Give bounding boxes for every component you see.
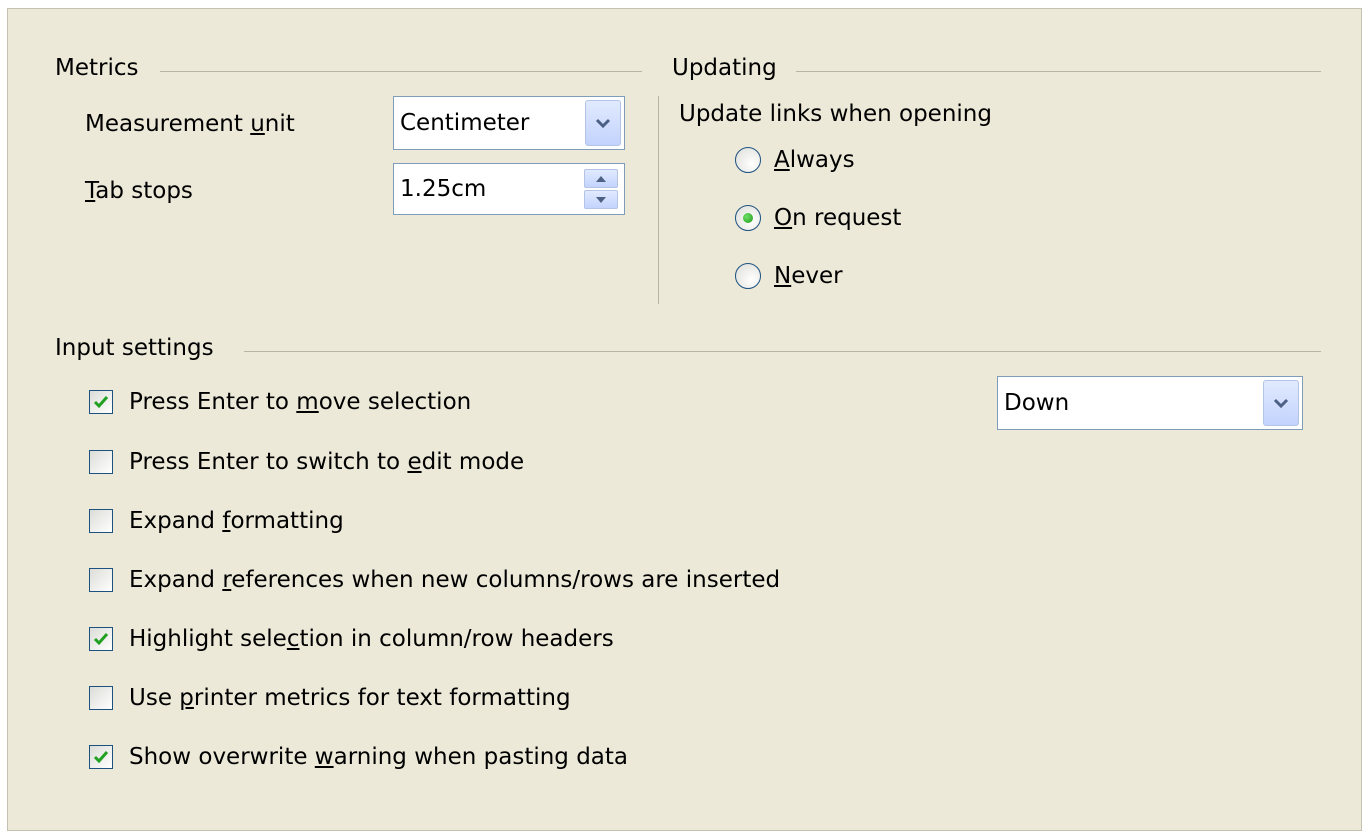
update-links-label: Update links when opening [679,101,992,127]
radio-selected-dot [743,213,753,223]
input-settings-group-title: Input settings [55,335,214,361]
metrics-separator [160,71,642,72]
updating-separator [796,71,1321,72]
measurement-unit-select[interactable]: Centimeter [393,96,625,150]
input-settings-separator [244,351,1321,352]
checkbox-edit-mode-label[interactable]: Press Enter to switch to edit mode [129,448,524,476]
checkbox-move-selection-label[interactable]: Press Enter to move selection [129,388,471,416]
checkmark-icon [93,633,109,646]
tab-stops-label: Tab stops [85,178,193,204]
checkmark-icon [93,396,109,409]
checkbox-overwrite-warning[interactable] [89,745,113,769]
tab-stops-spin-buttons[interactable] [584,169,618,209]
tab-stops-spinbox[interactable]: 1.25cm [393,163,625,215]
checkbox-expand-formatting[interactable] [89,509,113,533]
enter-direction-dropdown-button[interactable] [1263,380,1299,426]
radio-always[interactable] [735,147,761,173]
radio-on-request-label[interactable]: On request [774,204,901,232]
arrow-down-icon [596,196,606,203]
radio-never-label[interactable]: Never [774,262,843,290]
checkbox-overwrite-warning-label[interactable]: Show overwrite warning when pasting data [129,743,628,771]
arrow-up-icon [596,175,606,182]
radio-on-request[interactable] [735,205,761,231]
spin-up-button[interactable] [584,169,618,188]
measurement-unit-label: Measurement unit [85,111,295,137]
chevron-down-icon [1273,398,1289,409]
updating-group-title: Updating [672,55,777,81]
metrics-group-title: Metrics [55,55,139,81]
checkmark-icon [93,751,109,764]
enter-direction-value: Down [1004,390,1070,416]
checkbox-printer-metrics[interactable] [89,686,113,710]
checkbox-edit-mode[interactable] [89,450,113,474]
chevron-down-icon [595,118,611,129]
spin-down-button[interactable] [584,190,618,209]
checkbox-highlight-selection-label[interactable]: Highlight selection in column/row header… [129,625,614,653]
checkbox-move-selection[interactable] [89,390,113,414]
radio-always-label[interactable]: Always [774,146,855,174]
vertical-separator [658,96,659,304]
checkbox-expand-references[interactable] [89,568,113,592]
tab-stops-value: 1.25cm [400,176,487,202]
measurement-unit-dropdown-button[interactable] [585,100,621,146]
options-panel: Metrics Measurement unit Centimeter Tab … [7,8,1362,831]
checkbox-expand-formatting-label[interactable]: Expand formatting [129,507,344,535]
enter-direction-select[interactable]: Down [997,376,1303,430]
radio-never[interactable] [735,263,761,289]
checkbox-printer-metrics-label[interactable]: Use printer metrics for text formatting [129,684,571,712]
checkbox-highlight-selection[interactable] [89,627,113,651]
checkbox-expand-references-label[interactable]: Expand references when new columns/rows … [129,566,780,594]
measurement-unit-value: Centimeter [400,110,530,136]
